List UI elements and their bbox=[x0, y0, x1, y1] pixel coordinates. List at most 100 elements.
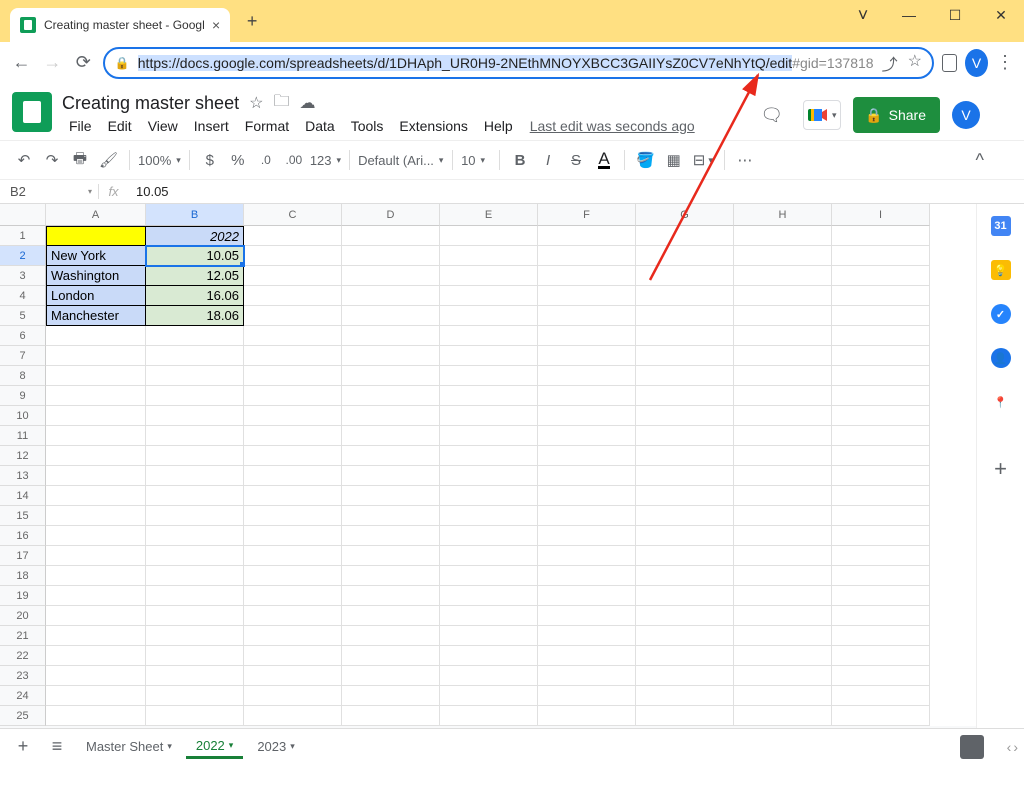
cell-A9[interactable] bbox=[46, 386, 146, 406]
cell-D9[interactable] bbox=[342, 386, 440, 406]
cell-F5[interactable] bbox=[538, 306, 636, 326]
col-header-D[interactable]: D bbox=[342, 204, 440, 226]
col-header-B[interactable]: B bbox=[146, 204, 244, 226]
cell-D12[interactable] bbox=[342, 446, 440, 466]
cell-I22[interactable] bbox=[832, 646, 930, 666]
cell-G3[interactable] bbox=[636, 266, 734, 286]
cell-B5[interactable]: 18.06 bbox=[146, 306, 244, 326]
cell-I1[interactable] bbox=[832, 226, 930, 246]
cell-E13[interactable] bbox=[440, 466, 538, 486]
cell-C24[interactable] bbox=[244, 686, 342, 706]
cell-D19[interactable] bbox=[342, 586, 440, 606]
cell-I24[interactable] bbox=[832, 686, 930, 706]
cloud-status-icon[interactable]: ☁ bbox=[299, 93, 315, 113]
tasks-icon[interactable]: ✓ bbox=[991, 304, 1011, 324]
row-header-15[interactable]: 15 bbox=[0, 506, 46, 526]
keep-icon[interactable]: 💡 bbox=[991, 260, 1011, 280]
increase-decimal-button[interactable]: .00 bbox=[282, 148, 306, 172]
cell-F4[interactable] bbox=[538, 286, 636, 306]
cell-G8[interactable] bbox=[636, 366, 734, 386]
cell-E11[interactable] bbox=[440, 426, 538, 446]
row-header-11[interactable]: 11 bbox=[0, 426, 46, 446]
cell-A3[interactable]: Washington bbox=[46, 266, 146, 286]
cell-H3[interactable] bbox=[734, 266, 832, 286]
cell-D6[interactable] bbox=[342, 326, 440, 346]
cell-I16[interactable] bbox=[832, 526, 930, 546]
cell-B24[interactable] bbox=[146, 686, 244, 706]
cell-F19[interactable] bbox=[538, 586, 636, 606]
select-all-corner[interactable] bbox=[0, 204, 46, 226]
row-header-5[interactable]: 5 bbox=[0, 306, 46, 326]
cell-C16[interactable] bbox=[244, 526, 342, 546]
menu-view[interactable]: View bbox=[141, 116, 185, 136]
menu-extensions[interactable]: Extensions bbox=[392, 116, 474, 136]
cell-B9[interactable] bbox=[146, 386, 244, 406]
cell-A10[interactable] bbox=[46, 406, 146, 426]
sheet-tab-2022[interactable]: 2022▾ bbox=[186, 732, 243, 762]
cell-D23[interactable] bbox=[342, 666, 440, 686]
name-box[interactable]: B2 bbox=[0, 184, 98, 199]
star-icon[interactable]: ☆ bbox=[249, 93, 263, 113]
move-icon[interactable]: 🗀 bbox=[273, 90, 289, 117]
cell-C17[interactable] bbox=[244, 546, 342, 566]
explore-button[interactable] bbox=[960, 735, 984, 759]
cell-H2[interactable] bbox=[734, 246, 832, 266]
row-header-20[interactable]: 20 bbox=[0, 606, 46, 626]
cell-B22[interactable] bbox=[146, 646, 244, 666]
cell-B8[interactable] bbox=[146, 366, 244, 386]
cell-E8[interactable] bbox=[440, 366, 538, 386]
redo-button[interactable]: ↷ bbox=[40, 148, 64, 172]
cell-D4[interactable] bbox=[342, 286, 440, 306]
cell-C12[interactable] bbox=[244, 446, 342, 466]
row-header-19[interactable]: 19 bbox=[0, 586, 46, 606]
row-header-1[interactable]: 1 bbox=[0, 226, 46, 246]
window-maximize-icon[interactable]: ☐ bbox=[932, 0, 978, 30]
menu-tools[interactable]: Tools bbox=[344, 116, 391, 136]
cell-G2[interactable] bbox=[636, 246, 734, 266]
cell-D10[interactable] bbox=[342, 406, 440, 426]
cell-H10[interactable] bbox=[734, 406, 832, 426]
cell-E14[interactable] bbox=[440, 486, 538, 506]
cell-E12[interactable] bbox=[440, 446, 538, 466]
col-header-F[interactable]: F bbox=[538, 204, 636, 226]
cell-A5[interactable]: Manchester bbox=[46, 306, 146, 326]
cell-E22[interactable] bbox=[440, 646, 538, 666]
cell-B7[interactable] bbox=[146, 346, 244, 366]
italic-button[interactable]: I bbox=[536, 148, 560, 172]
cell-G17[interactable] bbox=[636, 546, 734, 566]
col-header-G[interactable]: G bbox=[636, 204, 734, 226]
more-toolbar-icon[interactable]: ⋯ bbox=[733, 148, 757, 172]
cell-B18[interactable] bbox=[146, 566, 244, 586]
cell-I20[interactable] bbox=[832, 606, 930, 626]
cell-F3[interactable] bbox=[538, 266, 636, 286]
cell-E7[interactable] bbox=[440, 346, 538, 366]
cell-F2[interactable] bbox=[538, 246, 636, 266]
account-avatar[interactable]: V bbox=[952, 101, 980, 129]
menu-data[interactable]: Data bbox=[298, 116, 342, 136]
decrease-decimal-button[interactable]: .0 bbox=[254, 148, 278, 172]
cell-C10[interactable] bbox=[244, 406, 342, 426]
cell-E17[interactable] bbox=[440, 546, 538, 566]
cell-F1[interactable] bbox=[538, 226, 636, 246]
currency-button[interactable]: $ bbox=[198, 148, 222, 172]
cell-F15[interactable] bbox=[538, 506, 636, 526]
browser-tab[interactable]: Creating master sheet - Google S × bbox=[10, 8, 230, 42]
cell-E5[interactable] bbox=[440, 306, 538, 326]
row-header-9[interactable]: 9 bbox=[0, 386, 46, 406]
menu-file[interactable]: File bbox=[62, 116, 99, 136]
cell-A15[interactable] bbox=[46, 506, 146, 526]
cell-G9[interactable] bbox=[636, 386, 734, 406]
cell-H16[interactable] bbox=[734, 526, 832, 546]
cell-H21[interactable] bbox=[734, 626, 832, 646]
font-size-dropdown[interactable]: 10 bbox=[461, 153, 491, 168]
cell-A14[interactable] bbox=[46, 486, 146, 506]
cell-C9[interactable] bbox=[244, 386, 342, 406]
add-addon-icon[interactable]: + bbox=[994, 456, 1007, 482]
cell-A25[interactable] bbox=[46, 706, 146, 726]
cell-B6[interactable] bbox=[146, 326, 244, 346]
col-header-H[interactable]: H bbox=[734, 204, 832, 226]
cell-D7[interactable] bbox=[342, 346, 440, 366]
bookmark-icon[interactable]: ☆ bbox=[908, 51, 922, 75]
sheets-logo-icon[interactable] bbox=[12, 92, 52, 132]
cell-F14[interactable] bbox=[538, 486, 636, 506]
